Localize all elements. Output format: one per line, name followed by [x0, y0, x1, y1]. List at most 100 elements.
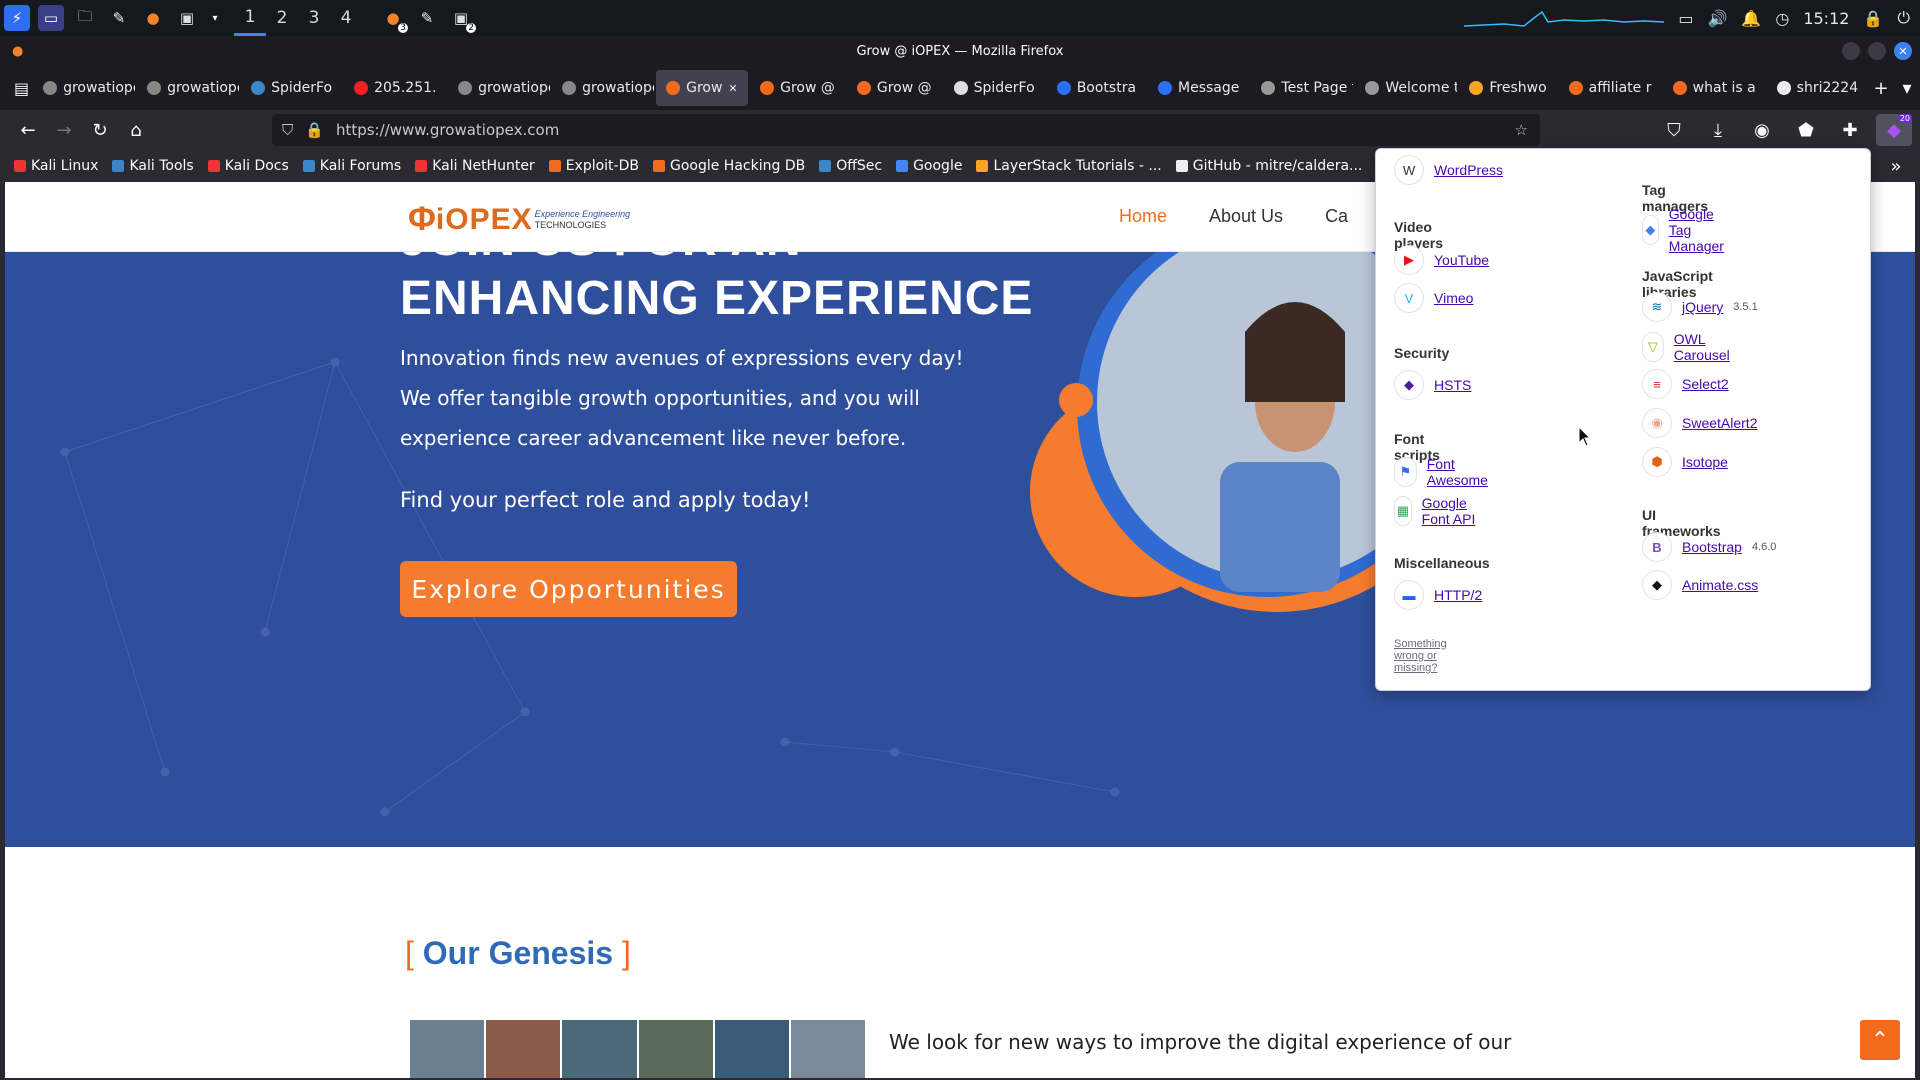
- chevron-down-icon[interactable]: ▾: [208, 5, 222, 31]
- workspace-4[interactable]: 4: [330, 0, 362, 36]
- tab[interactable]: Grow @: [750, 70, 845, 106]
- close-window-button[interactable]: ✕: [1894, 42, 1912, 60]
- editor-window-icon[interactable]: ✎: [414, 5, 440, 31]
- tech-name[interactable]: Google Tag Manager: [1669, 206, 1738, 254]
- bookmark-item[interactable]: GitHub - mitre/caldera...: [1175, 158, 1362, 174]
- tab[interactable]: affiliate r: [1559, 70, 1661, 106]
- more-bookmarks-icon[interactable]: »: [1878, 150, 1914, 182]
- tab[interactable]: shri2224: [1767, 70, 1868, 106]
- back-button[interactable]: ←: [10, 114, 46, 146]
- desktop-icon[interactable]: ▭: [38, 5, 64, 31]
- tech-owl-carousel[interactable]: ▽ OWL Carousel: [1642, 331, 1738, 363]
- firefox-launcher-icon[interactable]: ●: [140, 5, 166, 31]
- screen-icon[interactable]: ▭: [1678, 9, 1693, 28]
- tech-name[interactable]: SweetAlert2: [1682, 415, 1757, 431]
- tech-sweetalert2[interactable]: ◉ SweetAlert2: [1642, 408, 1757, 438]
- iopex-logo[interactable]: Φ iOPEX Experience Engineering TECHNOLOG…: [408, 200, 630, 239]
- tech-google-tag-manager[interactable]: ◆ Google Tag Manager: [1642, 206, 1737, 254]
- tech-name[interactable]: HSTS: [1434, 377, 1471, 393]
- bookmark-item[interactable]: Google: [896, 158, 962, 174]
- tab-overview-icon[interactable]: ▤: [10, 72, 33, 104]
- tech-bootstrap[interactable]: B Bootstrap 4.6.0: [1642, 532, 1776, 562]
- bookmark-item[interactable]: Kali Tools: [112, 158, 194, 174]
- tech-name[interactable]: Isotope: [1682, 454, 1728, 470]
- tech-name[interactable]: Vimeo: [1434, 290, 1473, 306]
- tracking-shield-icon[interactable]: ⛉: [282, 121, 293, 139]
- bookmark-item[interactable]: OffSec: [819, 158, 882, 174]
- maximize-button[interactable]: [1868, 42, 1886, 60]
- tab-active[interactable]: Grow ✕: [656, 70, 749, 106]
- bookmark-item[interactable]: Kali NetHunter: [415, 158, 535, 174]
- bookmark-item[interactable]: Kali Linux: [14, 158, 98, 174]
- bookmark-item[interactable]: Kali Forums: [302, 158, 401, 174]
- explore-opportunities-button[interactable]: Explore Opportunities: [400, 561, 737, 617]
- home-button[interactable]: ⌂: [118, 114, 154, 146]
- scroll-to-top-button[interactable]: ⌃: [1860, 1020, 1900, 1060]
- tab[interactable]: Welcome to: [1355, 70, 1457, 106]
- tech-isotope[interactable]: ⬢ Isotope: [1642, 447, 1728, 477]
- tab[interactable]: what is a: [1663, 70, 1765, 106]
- tech-name[interactable]: jQuery: [1682, 299, 1723, 315]
- tech-name[interactable]: Select2: [1682, 376, 1729, 392]
- tab[interactable]: growatiope: [448, 70, 550, 106]
- tech-vimeo[interactable]: V Vimeo: [1394, 283, 1473, 313]
- tech-name[interactable]: OWL Carousel: [1674, 331, 1738, 363]
- minimize-button[interactable]: [1842, 42, 1860, 60]
- extension-icon[interactable]: ⬟: [1788, 114, 1824, 146]
- tech-name[interactable]: Google Font API: [1422, 495, 1479, 527]
- power-icon[interactable]: ⏻: [1897, 8, 1910, 28]
- tech-google-font-api[interactable]: ▦ Google Font API: [1394, 495, 1479, 527]
- bookmark-star-icon[interactable]: ☆: [1515, 121, 1528, 139]
- tab[interactable]: Grow @: [847, 70, 942, 106]
- bookmark-item[interactable]: Kali Docs: [207, 158, 289, 174]
- padlock-icon[interactable]: 🔒: [305, 121, 324, 139]
- file-manager-icon[interactable]: 🗀: [72, 5, 98, 31]
- tech-jquery[interactable]: ≋ jQuery 3.5.1: [1642, 292, 1758, 322]
- text-editor-icon[interactable]: ✎: [106, 5, 132, 31]
- terminal-launcher-icon[interactable]: ▣: [174, 5, 200, 31]
- tech-name[interactable]: Animate.css: [1682, 577, 1758, 593]
- account-icon[interactable]: ◉: [1744, 114, 1780, 146]
- reload-button[interactable]: ↻: [82, 114, 118, 146]
- tech-font-awesome[interactable]: ⚑ Font Awesome: [1394, 456, 1495, 488]
- something-wrong-link[interactable]: Something wrong or missing?: [1394, 638, 1447, 674]
- tab[interactable]: Bootstra: [1047, 70, 1146, 106]
- kali-menu-icon[interactable]: ⚡: [4, 5, 30, 31]
- tab[interactable]: SpiderFo: [241, 70, 342, 106]
- workspace-3[interactable]: 3: [298, 0, 330, 36]
- tech-wordpress[interactable]: W WordPress: [1394, 155, 1503, 185]
- bookmark-item[interactable]: Exploit-DB: [548, 158, 639, 174]
- tech-youtube[interactable]: ▶ YouTube: [1394, 245, 1489, 275]
- url-bar[interactable]: ⛉ 🔒 https://www.growatiopex.com ☆: [272, 114, 1540, 146]
- tab[interactable]: Freshwo: [1459, 70, 1556, 106]
- tab[interactable]: growatiope: [33, 70, 135, 106]
- nav-careers[interactable]: Ca: [1325, 206, 1348, 227]
- nav-home[interactable]: Home: [1119, 206, 1167, 227]
- volume-icon[interactable]: 🔊: [1708, 9, 1728, 28]
- close-tab-icon[interactable]: ✕: [728, 82, 737, 95]
- tech-animate-css[interactable]: ◆ Animate.css: [1642, 570, 1758, 600]
- tab[interactable]: SpiderFo: [944, 70, 1045, 106]
- tech-hsts[interactable]: ◆ HSTS: [1394, 370, 1471, 400]
- lock-icon[interactable]: 🔒: [1863, 9, 1883, 28]
- tab[interactable]: Message: [1148, 70, 1249, 106]
- wappalyzer-icon[interactable]: ◆ 20: [1876, 114, 1912, 146]
- tech-name[interactable]: Bootstrap: [1682, 539, 1742, 555]
- tech-name[interactable]: Font Awesome: [1427, 456, 1495, 488]
- extensions-puzzle-icon[interactable]: ✚: [1832, 114, 1868, 146]
- tab[interactable]: Test Page fo: [1251, 70, 1353, 106]
- tech-name[interactable]: HTTP/2: [1434, 587, 1482, 603]
- list-all-tabs-icon[interactable]: ▾: [1894, 72, 1920, 104]
- tab[interactable]: growatiope: [552, 70, 654, 106]
- tab[interactable]: growatiope: [137, 70, 239, 106]
- terminal-window-icon[interactable]: ▣ 2: [448, 5, 476, 33]
- tab[interactable]: 205.251.: [344, 70, 446, 106]
- nav-about-us[interactable]: About Us: [1209, 206, 1283, 227]
- tech-http2[interactable]: ▬ HTTP/2: [1394, 580, 1482, 610]
- new-tab-button[interactable]: +: [1868, 72, 1894, 104]
- bookmark-item[interactable]: Google Hacking DB: [652, 158, 805, 174]
- notification-bell-icon[interactable]: 🔔: [1741, 9, 1761, 28]
- bookmark-item[interactable]: LayerStack Tutorials - ...: [976, 158, 1162, 174]
- tech-name[interactable]: WordPress: [1434, 162, 1503, 178]
- workspace-2[interactable]: 2: [266, 0, 298, 36]
